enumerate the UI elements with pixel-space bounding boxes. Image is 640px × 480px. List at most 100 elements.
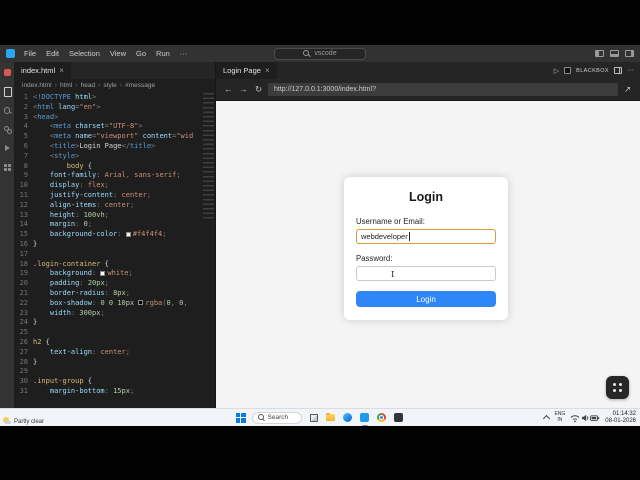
menu-run[interactable]: Run: [151, 49, 175, 58]
code-line[interactable]: 2 <html lang="en">: [14, 103, 215, 113]
menu-selection[interactable]: Selection: [64, 49, 105, 58]
menu-more[interactable]: ···: [175, 49, 193, 58]
command-center-search[interactable]: vscode: [274, 47, 366, 60]
code-line[interactable]: 19 background: white;: [14, 269, 215, 279]
open-external-icon[interactable]: ↗: [622, 84, 633, 95]
explorer-icon[interactable]: [3, 87, 12, 97]
chevron-right-icon: ›: [98, 81, 101, 89]
code-line[interactable]: 24}: [14, 318, 215, 328]
vscode-icon[interactable]: [358, 411, 372, 427]
code-line[interactable]: 26 h2 {: [14, 338, 215, 348]
tab-login-page[interactable]: Login Page ×: [216, 62, 278, 79]
tray-status-icons[interactable]: [570, 413, 600, 423]
toggle-panel-icon[interactable]: [610, 50, 619, 57]
run-icon[interactable]: ▷: [554, 67, 559, 75]
login-title: Login: [408, 190, 443, 204]
start-button[interactable]: [235, 412, 247, 424]
code-line[interactable]: 1 <!DOCTYPE html>: [14, 93, 215, 103]
line-number: 18: [19, 259, 28, 268]
search-sidebar-icon[interactable]: [3, 106, 12, 115]
close-icon[interactable]: ×: [59, 66, 64, 75]
breadcrumb-item[interactable]: style: [103, 82, 116, 89]
toggle-secondary-sidebar-icon[interactable]: [625, 50, 634, 57]
system-tray: ENG IN 01:14:32 08-01-2026: [543, 409, 636, 426]
reload-icon[interactable]: ↻: [253, 84, 264, 95]
file-explorer-icon[interactable]: [324, 411, 338, 425]
code-line[interactable]: 13 height: 100vh;: [14, 211, 215, 221]
code-line[interactable]: 23 width: 300px;: [14, 309, 215, 319]
code-editor[interactable]: 1 <!DOCTYPE html> 2 <html lang="en"> 3 <head>…: [14, 91, 215, 408]
code-line[interactable]: 8 body {: [14, 162, 215, 172]
menu-file[interactable]: File: [19, 49, 41, 58]
extensions-icon[interactable]: [3, 163, 12, 172]
code-line[interactable]: 6 <title>Login Page</title>: [14, 142, 215, 152]
blackbox-label[interactable]: BLACKBOX: [576, 68, 609, 74]
edge-icon[interactable]: [341, 411, 355, 425]
line-number: 22: [19, 298, 28, 307]
username-input[interactable]: webdeveloper: [356, 229, 496, 244]
run-debug-icon[interactable]: [3, 144, 12, 153]
code-line[interactable]: 5 <meta name="viewport" content="wid: [14, 132, 215, 142]
code-line[interactable]: 29: [14, 367, 215, 377]
code-line[interactable]: 14 margin: 0;: [14, 220, 215, 230]
code-line[interactable]: 3 <head>: [14, 113, 215, 123]
command-center-text: vscode: [314, 50, 337, 57]
language-indicator[interactable]: ENG IN: [554, 411, 565, 423]
code-line[interactable]: 20 padding: 20px;: [14, 279, 215, 289]
search-icon: [303, 50, 310, 57]
tray-chevron-icon[interactable]: [543, 414, 551, 423]
menu-edit[interactable]: Edit: [41, 49, 64, 58]
line-number: 20: [19, 279, 28, 288]
code-line[interactable]: 10 display: flex;: [14, 181, 215, 191]
code-line[interactable]: 7 <style>: [14, 152, 215, 162]
code-line[interactable]: 27 text-align: center;: [14, 348, 215, 358]
code-line[interactable]: 11 justify-content: center;: [14, 191, 215, 201]
terminal-icon[interactable]: [392, 411, 406, 425]
line-number: 8: [23, 161, 28, 170]
close-icon[interactable]: ×: [265, 66, 270, 75]
code-line[interactable]: 15 background-color: #f4f4f4;: [14, 230, 215, 240]
code-line[interactable]: 31 margin-bottom: 15px;: [14, 387, 215, 397]
line-number: 29: [19, 367, 28, 376]
login-button[interactable]: Login: [356, 291, 496, 307]
code-line[interactable]: 17: [14, 250, 215, 260]
password-input[interactable]: I: [356, 266, 496, 281]
breadcrumb-item[interactable]: index.html: [22, 82, 52, 89]
code-line[interactable]: 25: [14, 328, 215, 338]
task-view-icon[interactable]: [307, 411, 321, 425]
code-line[interactable]: 9 font-family: Arial, sans-serif;: [14, 171, 215, 181]
minimap[interactable]: [203, 93, 214, 221]
back-icon[interactable]: ←: [223, 84, 234, 95]
source-control-icon[interactable]: [3, 125, 12, 134]
forward-icon[interactable]: →: [238, 84, 249, 95]
code-line[interactable]: 21 border-radius: 8px;: [14, 289, 215, 299]
split-editor-icon[interactable]: [614, 67, 622, 74]
taskbar-clock[interactable]: 01:14:32 08-01-2026: [605, 411, 636, 425]
more-actions-icon[interactable]: ···: [627, 67, 634, 74]
blackbox-widget[interactable]: [606, 376, 629, 399]
code-line[interactable]: 4 <meta charset="UTF-8">: [14, 122, 215, 132]
chrome-icon[interactable]: [375, 411, 389, 425]
tab-label: index.html: [21, 66, 56, 75]
code-line[interactable]: 22 box-shadow: 0 0 10px rgba(0, 0,: [14, 299, 215, 309]
code-line[interactable]: 12 align-items: center;: [14, 201, 215, 211]
breadcrumb-item[interactable]: head: [81, 82, 95, 89]
taskbar-search[interactable]: Search: [251, 411, 302, 424]
code-line[interactable]: 16}: [14, 240, 215, 250]
titlebar-actions: [595, 45, 634, 62]
menu-go[interactable]: Go: [131, 49, 151, 58]
toggle-sidebar-icon[interactable]: [595, 50, 604, 57]
volume-icon: [582, 414, 589, 421]
code-line[interactable]: 18 .login-container {: [14, 260, 215, 270]
menu-view[interactable]: View: [105, 49, 131, 58]
breadcrumb-item[interactable]: #message: [125, 82, 155, 89]
code-line[interactable]: 30 .input-group {: [14, 377, 215, 387]
code-line[interactable]: 28}: [14, 358, 215, 368]
taskbar-search-label: Search: [267, 414, 289, 421]
breadcrumb-item[interactable]: html: [60, 82, 72, 89]
chevron-right-icon: ›: [119, 81, 123, 89]
tab-index-html[interactable]: index.html ×: [14, 62, 72, 79]
letterbox-bottom: [0, 426, 640, 480]
line-number: 21: [19, 288, 28, 297]
url-bar[interactable]: http://127.0.0.1:3000/index.html?: [268, 83, 618, 96]
